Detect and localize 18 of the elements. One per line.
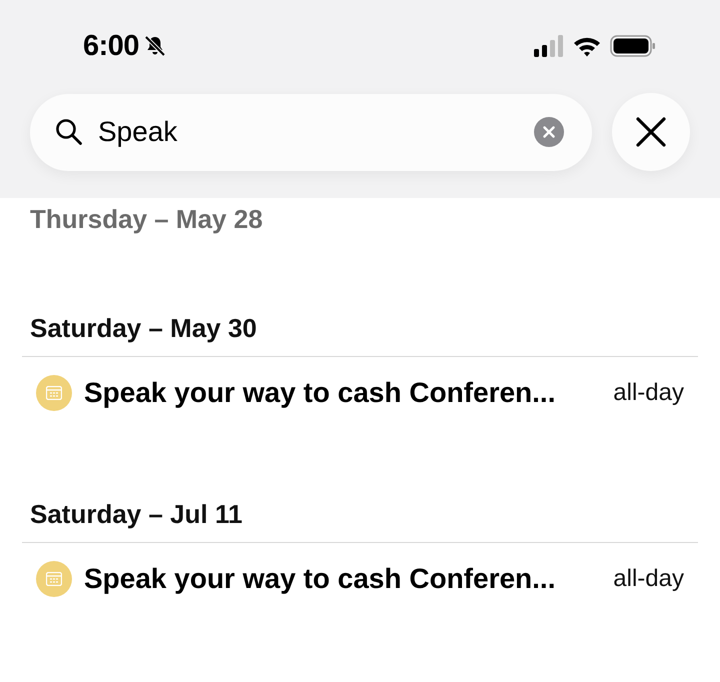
event-time: all-day: [613, 565, 684, 593]
status-time: 6:00: [83, 30, 140, 62]
event-time: all-day: [613, 379, 684, 407]
search-field[interactable]: Speak: [30, 94, 592, 170]
date-heading: Saturday – May 30: [22, 313, 698, 357]
clear-icon[interactable]: [534, 117, 564, 147]
close-icon: [634, 115, 668, 149]
date-heading: Saturday – Jul 11: [22, 499, 698, 543]
signal-icon: [534, 35, 564, 57]
battery-icon: [610, 35, 656, 57]
search-text: Speak: [98, 116, 178, 148]
date-heading: Thursday – May 28: [29, 204, 264, 235]
event-row[interactable]: Speak your way to cash Conferen... all-day: [22, 543, 698, 597]
wifi-icon: [572, 35, 602, 57]
event-row[interactable]: Speak your way to cash Conferen... all-day: [22, 357, 698, 411]
event-title: Speak your way to cash Conferen...: [84, 377, 556, 409]
event-title: Speak your way to cash Conferen...: [84, 563, 556, 595]
search-icon: [54, 117, 84, 147]
